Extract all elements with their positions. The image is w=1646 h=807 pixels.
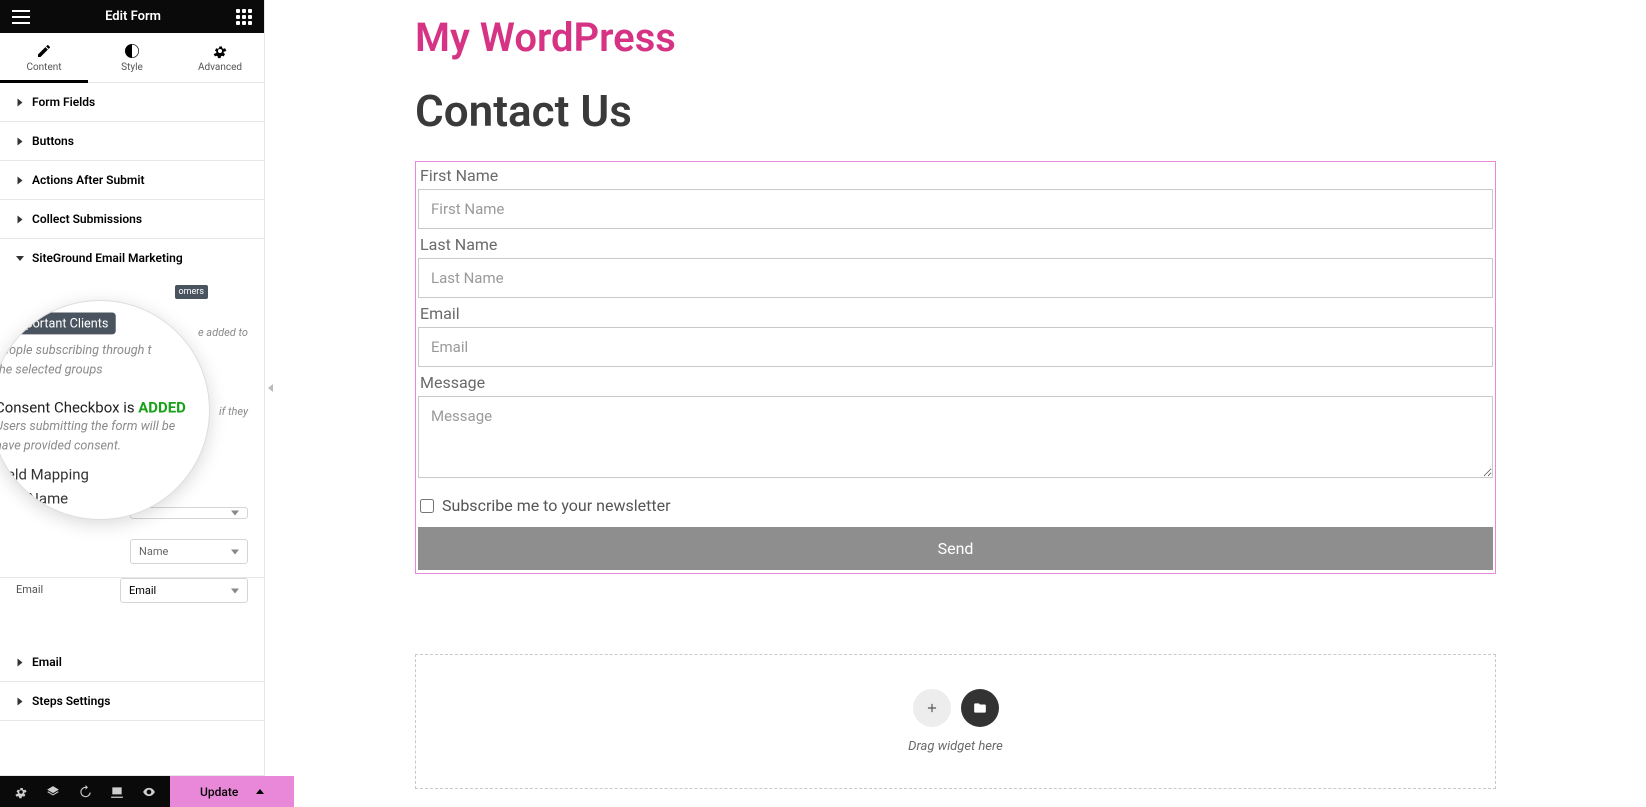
mapping-select-name[interactable]: Name (130, 539, 248, 564)
menu-icon[interactable] (12, 10, 30, 24)
mag-consent-hint-1: Users submitting the form will be (0, 417, 210, 436)
add-template-button[interactable] (961, 689, 999, 727)
settings-icon[interactable] (14, 785, 28, 799)
first-name-mapping-label: First Name (0, 491, 210, 508)
mapping-select-name-value: Name (139, 545, 168, 558)
widget-dropzone[interactable]: Drag widget here (415, 654, 1496, 789)
collapse-sidebar-handle[interactable] (265, 378, 275, 398)
subscribe-checkbox[interactable] (420, 499, 434, 513)
close-icon[interactable]: × (0, 316, 6, 331)
tab-style-label: Style (121, 62, 143, 73)
tab-content-label: Content (26, 62, 61, 73)
caret-icon (18, 137, 23, 145)
tab-content[interactable]: Content (0, 33, 88, 82)
preview-icon[interactable] (142, 785, 156, 799)
mag-hint-2: the selected groups (0, 360, 210, 379)
last-name-label: Last Name (420, 235, 1493, 254)
half-circle-icon (124, 43, 140, 59)
gear-icon (212, 43, 228, 59)
section-form-fields-label: Form Fields (32, 95, 95, 109)
send-button[interactable]: Send (418, 527, 1493, 570)
bottom-bar: Update (0, 775, 264, 807)
page-title: Contact Us (415, 85, 1496, 137)
field-mapping-title: Field Mapping (0, 467, 210, 484)
consent-added: ADDED (138, 400, 186, 417)
first-name-label: First Name (420, 166, 1493, 185)
dropzone-hint: Drag widget here (908, 739, 1003, 754)
editor-canvas: My WordPress Contact Us First Name Last … (265, 0, 1646, 807)
site-title: My WordPress (415, 14, 1496, 61)
caret-icon (18, 215, 23, 223)
mapping-email-label: Email (16, 578, 112, 603)
plus-icon (925, 701, 939, 715)
tab-advanced-label: Advanced (198, 62, 242, 73)
consent-checkbox-line: Consent Checkbox is ADDED (0, 400, 210, 417)
chevron-up-icon (256, 789, 264, 794)
section-buttons-label: Buttons (32, 134, 74, 148)
caret-icon (16, 256, 24, 261)
section-actions-after-submit[interactable]: Actions After Submit (0, 161, 264, 199)
folder-icon (973, 701, 987, 715)
tab-advanced[interactable]: Advanced (176, 33, 264, 82)
section-steps-settings[interactable]: Steps Settings (0, 682, 264, 720)
add-widget-button[interactable] (913, 689, 951, 727)
magnifier-overlay: × Important Clients People subscribing th… (0, 300, 210, 520)
section-form-fields[interactable]: Form Fields (0, 83, 264, 121)
update-button-label: Update (200, 785, 238, 799)
history-icon[interactable] (78, 785, 92, 799)
last-name-input[interactable] (418, 258, 1493, 298)
mapping-select-email-value: Email (129, 584, 156, 597)
first-name-input[interactable] (418, 189, 1493, 229)
bottom-bar-icons (0, 776, 170, 807)
tab-style[interactable]: Style (88, 33, 176, 82)
caret-icon (18, 176, 23, 184)
group-chip-label: Important Clients (11, 316, 108, 331)
sidebar-header: Edit Form (0, 0, 264, 33)
mag-consent-hint-2: have provided consent. (0, 436, 210, 455)
section-buttons[interactable]: Buttons (0, 122, 264, 160)
section-siteground-header[interactable]: SiteGround Email Marketing (0, 239, 264, 277)
mapping-select-email[interactable]: Email (120, 578, 248, 603)
panel-tabs: Content Style Advanced (0, 33, 264, 83)
section-collect-label: Collect Submissions (32, 212, 142, 226)
widgets-grid-icon[interactable] (236, 9, 252, 25)
send-button-label: Send (938, 539, 974, 558)
sidebar-title: Edit Form (30, 9, 236, 24)
section-collect-submissions[interactable]: Collect Submissions (0, 200, 264, 238)
section-siteground-label: SiteGround Email Marketing (32, 251, 183, 265)
caret-icon (18, 658, 23, 666)
caret-icon (18, 98, 23, 106)
message-input[interactable] (418, 396, 1493, 478)
layers-icon[interactable] (46, 785, 60, 799)
section-actions-label: Actions After Submit (32, 173, 144, 187)
message-label: Message (420, 373, 1493, 392)
section-email-label: Email (32, 655, 62, 669)
section-email[interactable]: Email (0, 643, 264, 681)
form-widget[interactable]: First Name Last Name Email Message Subsc… (415, 161, 1496, 574)
mag-hint-1: People subscribing through t (0, 341, 210, 360)
group-chip[interactable]: × Important Clients (0, 313, 115, 335)
subscribe-label: Subscribe me to your newsletter (442, 496, 670, 515)
pencil-icon (36, 43, 52, 59)
section-steps-label: Steps Settings (32, 694, 110, 708)
responsive-icon[interactable] (110, 785, 124, 799)
email-label: Email (420, 304, 1493, 323)
secondary-chip[interactable]: omers (175, 285, 209, 299)
caret-icon (18, 697, 23, 705)
consent-pre: Consent Checkbox is (0, 400, 138, 417)
email-input[interactable] (418, 327, 1493, 367)
